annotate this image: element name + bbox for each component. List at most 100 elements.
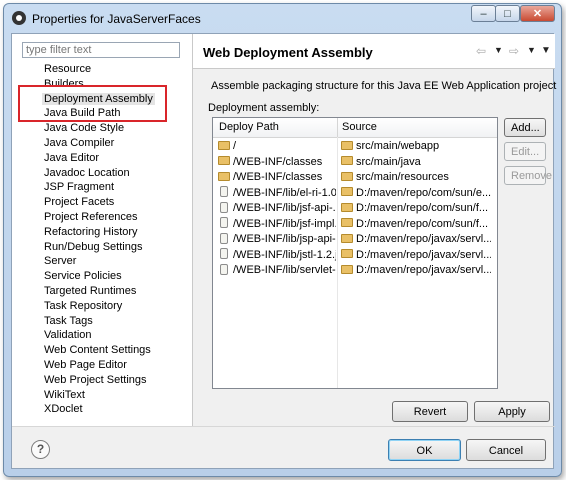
deploy-path-cell: /WEB-INF/lib/el-ri-1.0... xyxy=(233,186,336,199)
table-row[interactable]: /WEB-INF/classes src/main/resources xyxy=(213,170,497,186)
folder-icon xyxy=(341,171,353,181)
tree-item-task-repository[interactable]: Task Repository xyxy=(12,299,192,314)
maximize-button[interactable]: □ xyxy=(495,5,520,22)
tree-item-project-facets[interactable]: Project Facets xyxy=(12,195,192,210)
dialog-footer: ? OK Cancel xyxy=(12,426,555,471)
tree-item-xdoclet[interactable]: XDoclet xyxy=(12,402,192,417)
table-row[interactable]: /WEB-INF/lib/jstl-1.2.j... D:/maven/repo… xyxy=(213,248,497,264)
deployment-table: Deploy Path Source / src/main/webapp /WE… xyxy=(212,117,498,389)
deploy-path-cell: /WEB-INF/lib/jsp-api-... xyxy=(233,233,336,245)
deploy-path-cell: /WEB-INF/lib/jsf-api-... xyxy=(233,202,336,214)
tree-item-javadoc-location[interactable]: Javadoc Location xyxy=(12,166,192,181)
close-button[interactable]: ✕ xyxy=(520,5,555,22)
tree-item-java-code-style[interactable]: Java Code Style xyxy=(12,121,192,136)
column-header-source[interactable]: Source xyxy=(342,121,377,133)
filter-input[interactable] xyxy=(22,42,180,58)
revert-button[interactable]: Revert xyxy=(392,401,468,422)
eclipse-icon xyxy=(12,11,26,25)
assembly-label: Deployment assembly: xyxy=(208,102,320,114)
tree-item-web-content-settings[interactable]: Web Content Settings xyxy=(12,343,192,358)
source-cell: src/main/resources xyxy=(356,171,449,183)
folder-icon xyxy=(341,233,353,243)
source-cell: src/main/java xyxy=(356,155,421,168)
tree-item-java-editor[interactable]: Java Editor xyxy=(12,151,192,166)
jar-icon xyxy=(220,217,228,229)
ok-button[interactable]: OK xyxy=(388,439,461,461)
property-page: Web Deployment Assembly ⇦ ▼ ⇨ ▼ ▼ Assemb… xyxy=(193,34,557,426)
folder-icon xyxy=(341,202,353,212)
table-row[interactable]: /WEB-INF/lib/servlet-... D:/maven/repo/j… xyxy=(213,263,497,279)
source-cell: src/main/webapp xyxy=(356,140,440,152)
help-icon[interactable]: ? xyxy=(31,440,50,459)
folder-icon xyxy=(218,171,230,181)
page-header: Web Deployment Assembly ⇦ ▼ ⇨ ▼ ▼ xyxy=(193,34,555,69)
preference-tree-pane: Resource Builders Deployment Assembly Ja… xyxy=(12,34,193,426)
tree-item-service-policies[interactable]: Service Policies xyxy=(12,269,192,284)
folder-icon xyxy=(218,140,230,150)
folder-icon xyxy=(341,187,353,197)
tree-item-resource[interactable]: Resource xyxy=(12,62,192,77)
jar-icon xyxy=(220,248,228,260)
jar-icon xyxy=(220,186,228,198)
source-cell: D:/maven/repo/javax/servl... xyxy=(356,264,491,276)
page-title: Web Deployment Assembly xyxy=(203,45,373,60)
arrow-left-icon[interactable]: ⇦ xyxy=(476,44,486,58)
folder-icon xyxy=(218,156,230,166)
table-row[interactable]: /WEB-INF/lib/jsf-api-... D:/maven/repo/c… xyxy=(213,201,497,217)
source-cell: D:/maven/repo/javax/servl... xyxy=(356,248,491,261)
arrow-right-icon[interactable]: ⇨ xyxy=(509,44,519,58)
tree-item-jsp-fragment[interactable]: JSP Fragment xyxy=(12,180,192,195)
tree-item-web-page-editor[interactable]: Web Page Editor xyxy=(12,358,192,373)
folder-icon xyxy=(341,249,353,259)
tree-item-server[interactable]: Server xyxy=(12,254,192,269)
source-cell: D:/maven/repo/com/sun/e... xyxy=(356,186,491,199)
tree-item-task-tags[interactable]: Task Tags xyxy=(12,314,192,329)
window-title: Properties for JavaServerFaces xyxy=(32,12,201,26)
folder-icon xyxy=(341,156,353,166)
deploy-path-cell: /WEB-INF/classes xyxy=(233,155,323,168)
column-separator xyxy=(337,137,338,388)
apply-button[interactable]: Apply xyxy=(474,401,550,422)
view-menu-icon[interactable]: ▼ xyxy=(541,45,551,56)
tree-item-refactoring-history[interactable]: Refactoring History xyxy=(12,225,192,240)
jar-icon xyxy=(220,232,228,244)
folder-icon xyxy=(341,264,353,274)
table-row[interactable]: /WEB-INF/lib/jsp-api-... D:/maven/repo/j… xyxy=(213,232,497,248)
tree-item-targeted-runtimes[interactable]: Targeted Runtimes xyxy=(12,284,192,299)
tree-item-project-references[interactable]: Project References xyxy=(12,210,192,225)
add-button[interactable]: Add... xyxy=(504,118,546,137)
tree-item-wikitext[interactable]: WikiText xyxy=(12,388,192,403)
table-row[interactable]: /WEB-INF/classes src/main/java xyxy=(213,155,497,171)
folder-icon xyxy=(341,140,353,150)
deploy-path-cell: /WEB-INF/lib/jstl-1.2.j... xyxy=(233,248,336,261)
source-cell: D:/maven/repo/javax/servl... xyxy=(356,233,491,245)
page-description: Assemble packaging structure for this Ja… xyxy=(211,80,557,92)
deploy-path-cell: /WEB-INF/lib/servlet-... xyxy=(233,264,336,276)
properties-dialog: Properties for JavaServerFaces – □ ✕ Res… xyxy=(3,3,562,477)
table-body: / src/main/webapp /WEB-INF/classes src/m… xyxy=(213,139,497,279)
jar-icon xyxy=(220,201,228,213)
deploy-path-cell: /WEB-INF/lib/jsf-impl... xyxy=(233,217,336,230)
tree-item-java-compiler[interactable]: Java Compiler xyxy=(12,136,192,151)
table-row[interactable]: / src/main/webapp xyxy=(213,139,497,155)
minimize-button[interactable]: – xyxy=(471,5,496,22)
highlight-box xyxy=(18,85,167,122)
folder-icon xyxy=(341,218,353,228)
tree-item-web-project-settings[interactable]: Web Project Settings xyxy=(12,373,192,388)
tree-item-run-debug-settings[interactable]: Run/Debug Settings xyxy=(12,240,192,255)
chevron-down-icon[interactable]: ▼ xyxy=(494,45,503,55)
tree-item-validation[interactable]: Validation xyxy=(12,328,192,343)
table-header: Deploy Path Source xyxy=(213,118,497,138)
remove-button[interactable]: Remove xyxy=(504,166,552,185)
edit-button[interactable]: Edit... xyxy=(504,142,546,161)
cancel-button[interactable]: Cancel xyxy=(466,439,546,461)
table-row[interactable]: /WEB-INF/lib/jsf-impl... D:/maven/repo/c… xyxy=(213,217,497,233)
column-header-deploy-path[interactable]: Deploy Path xyxy=(219,121,279,133)
chevron-down-icon[interactable]: ▼ xyxy=(527,45,536,55)
source-cell: D:/maven/repo/com/sun/f... xyxy=(356,217,489,230)
table-row[interactable]: /WEB-INF/lib/el-ri-1.0... D:/maven/repo/… xyxy=(213,186,497,202)
title-bar[interactable]: Properties for JavaServerFaces – □ ✕ xyxy=(4,4,561,32)
column-divider[interactable] xyxy=(337,118,338,137)
dialog-content: Resource Builders Deployment Assembly Ja… xyxy=(11,33,557,471)
deploy-path-cell: /WEB-INF/classes xyxy=(233,171,323,183)
